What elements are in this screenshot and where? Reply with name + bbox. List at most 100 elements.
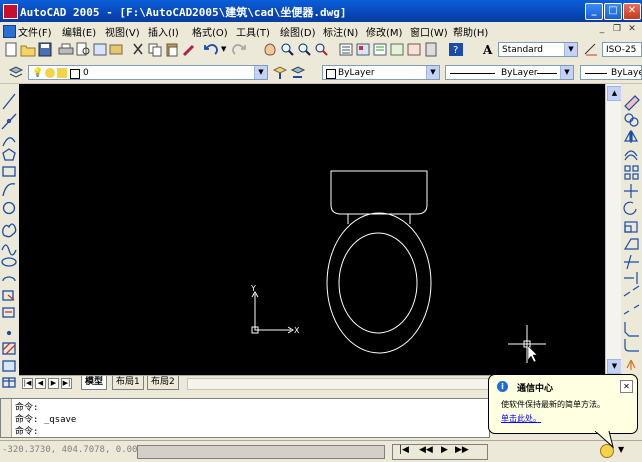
dimension-style-dropdown[interactable]: ISO-25 [602, 42, 642, 57]
command-window[interactable]: 命令: 命令: _qsave 命令: [0, 398, 490, 438]
spline-tool-icon[interactable] [1, 244, 17, 256]
fast-forward-icon[interactable]: ▶▶ [455, 445, 469, 455]
first-tab-arrow-icon[interactable]: |◀ [22, 378, 33, 389]
properties-icon[interactable] [338, 42, 354, 57]
lock-icon[interactable] [57, 68, 67, 78]
menu-tools[interactable]: 工具(T) [236, 24, 270, 39]
scroll-down-arrow-icon[interactable]: ▼ [607, 359, 622, 374]
menu-insert[interactable]: 插入(I) [148, 24, 179, 39]
make-current-layer-icon[interactable] [272, 65, 288, 80]
layer-previous-icon[interactable] [290, 65, 306, 80]
ellipse-arc-tool-icon[interactable] [2, 276, 16, 282]
minimize-button[interactable]: _ [585, 3, 603, 20]
layer-color-swatch[interactable] [70, 69, 80, 79]
polyline-tool-icon[interactable] [2, 137, 16, 147]
menu-modify[interactable]: 修改(M) [366, 24, 402, 39]
color-dropdown[interactable]: ByLayer ▼ [322, 65, 440, 80]
hatch-tool-icon[interactable] [2, 342, 16, 355]
sheet-set-manager-icon[interactable] [389, 42, 405, 57]
dimension-style-icon[interactable] [583, 42, 599, 57]
chamfer-tool-icon[interactable] [624, 322, 639, 337]
tab-model[interactable]: 模型 [81, 376, 108, 390]
redo-icon[interactable] [231, 42, 247, 57]
zoom-realtime-icon[interactable] [279, 42, 295, 57]
chevron-down-icon[interactable]: ▼ [564, 43, 577, 56]
rotate-tool-icon[interactable] [623, 201, 637, 215]
explode-tool-icon[interactable] [626, 359, 636, 370]
layer-manager-icon[interactable] [8, 65, 24, 80]
menu-help[interactable]: 帮助(H) [453, 24, 488, 39]
balloon-link[interactable]: 单击此处。 [501, 413, 541, 424]
mirror-tool-icon[interactable] [623, 129, 639, 143]
save-icon[interactable] [37, 42, 53, 57]
lineweight-dropdown[interactable]: ByLayer [580, 65, 642, 80]
menu-view[interactable]: 视图(V) [105, 24, 140, 39]
table-tool-icon[interactable] [2, 377, 16, 388]
cut-icon[interactable] [130, 42, 146, 57]
print-preview-icon[interactable] [75, 42, 91, 57]
tool-palettes-icon[interactable] [372, 42, 388, 57]
design-center-icon[interactable] [355, 42, 371, 57]
chevron-down-icon[interactable]: ▼ [254, 66, 267, 79]
copy-object-tool-icon[interactable] [624, 113, 639, 127]
match-properties-icon[interactable] [181, 42, 197, 57]
linetype-dropdown[interactable]: ByLayer ▼ [445, 65, 574, 80]
text-style-dropdown[interactable]: Standard ▼ [498, 42, 578, 57]
zoom-previous-icon[interactable] [313, 42, 329, 57]
lightbulb-icon[interactable]: 💡 [32, 66, 43, 79]
pan-realtime-icon[interactable] [262, 42, 278, 57]
vertical-scrollbar[interactable]: ▲ ▼ [605, 84, 622, 375]
erase-tool-icon[interactable] [624, 95, 640, 111]
undo-icon[interactable] [203, 42, 219, 57]
extend-tool-icon[interactable] [624, 272, 638, 284]
last-tab-arrow-icon[interactable]: ▶| [61, 378, 72, 389]
zoom-window-icon[interactable] [296, 42, 312, 57]
menu-window[interactable]: 窗口(W) [410, 24, 448, 39]
insert-block-tool-icon[interactable] [2, 290, 15, 301]
command-window-grip[interactable] [1, 399, 12, 437]
previous-tab-arrow-icon[interactable]: ◀ [35, 378, 46, 389]
next-tab-arrow-icon[interactable]: ▶ [48, 378, 59, 389]
autocad-app-icon[interactable] [3, 4, 18, 19]
layer-dropdown[interactable]: 💡 0 ▼ [28, 65, 268, 80]
menu-format[interactable]: 格式(O) [192, 24, 228, 39]
mdi-minimize-button[interactable]: _ [596, 24, 608, 35]
array-tool-icon[interactable] [624, 165, 639, 180]
undo-dropdown-arrow-icon[interactable]: ▼ [221, 45, 226, 53]
mdi-restore-button[interactable]: ❐ [611, 24, 623, 35]
horizontal-scrollbar[interactable] [187, 378, 491, 390]
play-icon[interactable]: ▶ [441, 445, 448, 455]
trim-tool-icon[interactable] [624, 254, 639, 270]
stretch-tool-icon[interactable] [623, 238, 639, 250]
menu-dimension[interactable]: 标注(N) [323, 24, 358, 39]
drawing-canvas[interactable]: Y X [19, 84, 605, 375]
balloon-close-button[interactable]: ✕ [620, 380, 633, 393]
mdi-close-button[interactable]: ✕ [626, 24, 638, 35]
command-prompt[interactable]: 命令: [15, 424, 38, 437]
point-tool-icon[interactable] [6, 330, 12, 336]
move-tool-icon[interactable] [624, 184, 638, 198]
chevron-down-icon[interactable]: ▼ [560, 66, 573, 79]
close-button[interactable]: ✕ [623, 3, 641, 20]
plot-icon[interactable] [108, 42, 124, 57]
new-file-icon[interactable] [3, 42, 19, 57]
construction-line-tool-icon[interactable] [1, 113, 17, 130]
arc-tool-icon[interactable] [2, 183, 16, 197]
line-tool-icon[interactable] [2, 93, 16, 110]
make-block-tool-icon[interactable] [2, 307, 15, 318]
menu-file[interactable]: 文件(F) [18, 24, 52, 39]
break-at-point-tool-icon[interactable] [623, 285, 640, 297]
help-icon[interactable]: ? [448, 42, 464, 57]
sun-icon[interactable] [45, 68, 55, 78]
fillet-tool-icon[interactable] [624, 339, 639, 352]
skip-start-icon[interactable]: |◀ [399, 445, 409, 455]
scroll-up-arrow-icon[interactable]: ▲ [607, 86, 622, 101]
tab-layout1[interactable]: 布局1 [112, 376, 144, 390]
circle-tool-icon[interactable] [2, 201, 16, 215]
rectangle-tool-icon[interactable] [2, 166, 16, 177]
paste-icon[interactable] [164, 42, 180, 57]
text-style-icon[interactable]: A [481, 42, 497, 57]
quickcalc-icon[interactable] [423, 42, 439, 57]
copy-icon[interactable] [147, 42, 163, 57]
tab-layout2[interactable]: 布局2 [147, 376, 179, 390]
